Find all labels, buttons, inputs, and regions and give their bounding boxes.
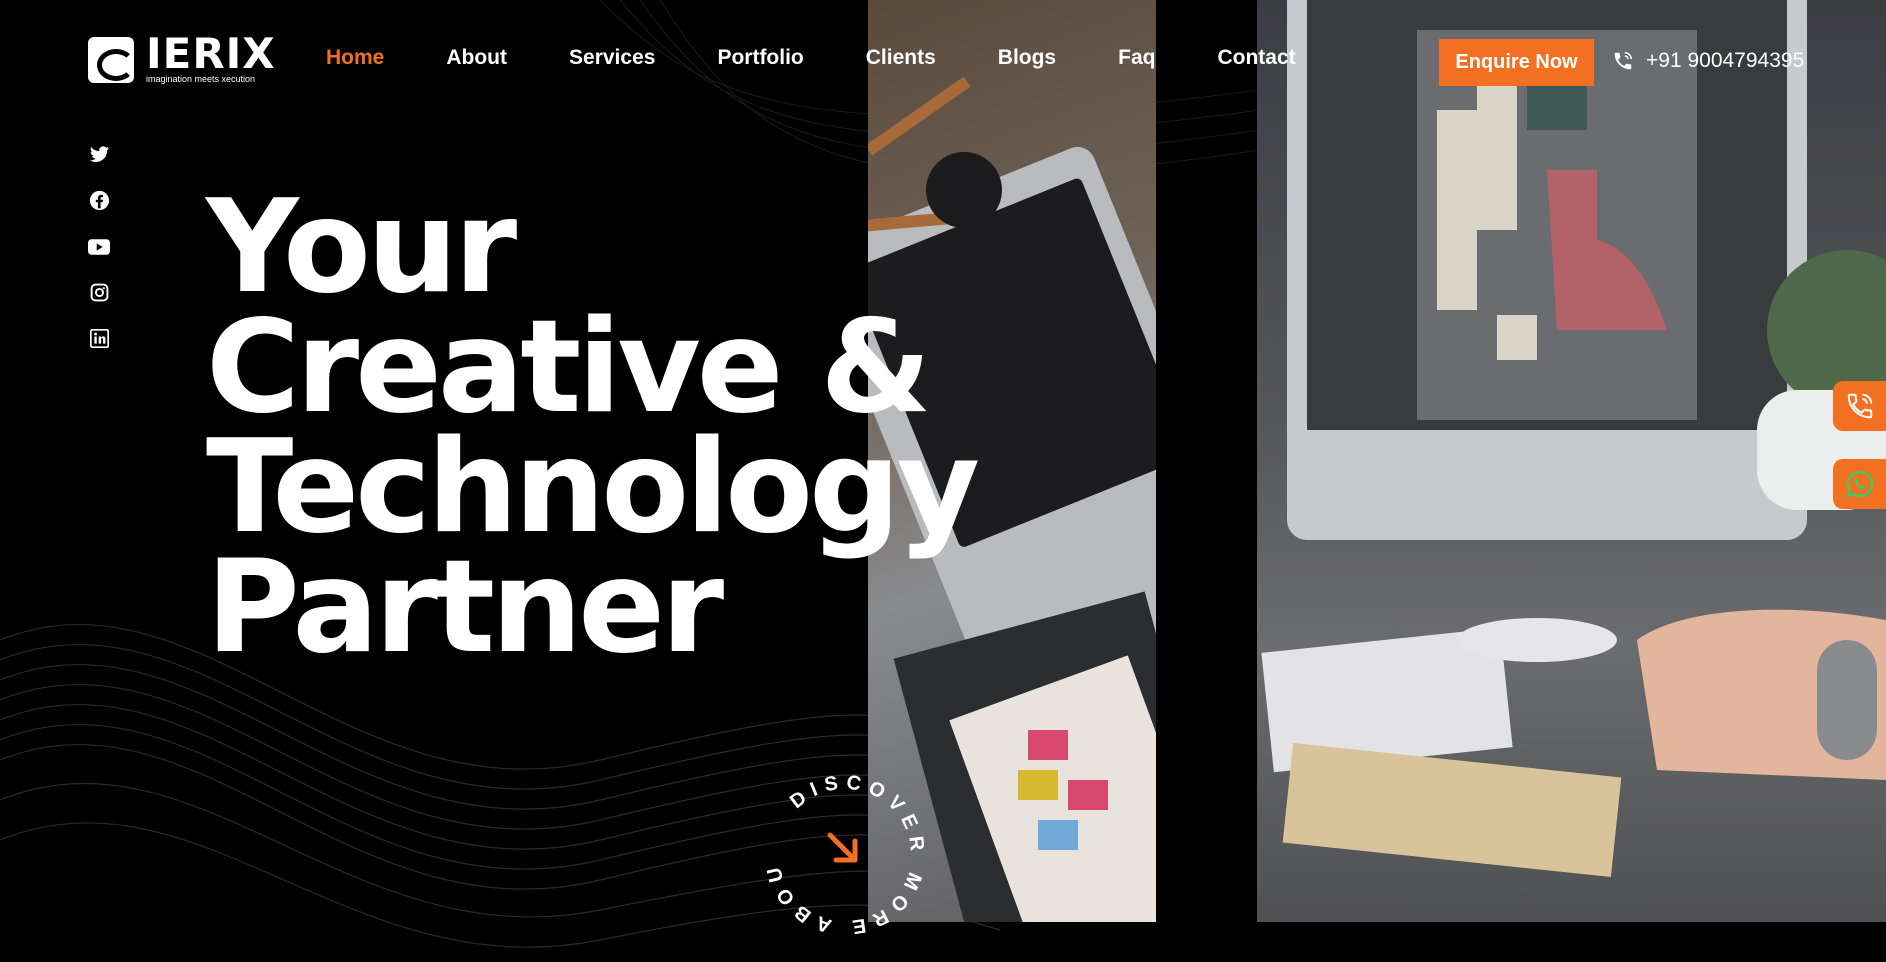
site-header: IERIX imagination meets xecution Home Ab…: [0, 0, 1886, 110]
header-phone[interactable]: +91 9004794395: [1612, 49, 1804, 73]
enquire-now-button[interactable]: Enquire Now: [1439, 39, 1594, 86]
arrow-down-right-icon: [827, 832, 858, 863]
site-logo[interactable]: IERIX imagination meets xecution: [88, 29, 276, 85]
logo-wordmark: IERIX: [146, 29, 276, 78]
nav-item-home[interactable]: Home: [326, 46, 384, 70]
nav-item-clients[interactable]: Clients: [866, 46, 936, 70]
nav-item-blogs[interactable]: Blogs: [998, 46, 1056, 70]
floating-whatsapp-button[interactable]: [1833, 459, 1886, 509]
nav-item-portfolio[interactable]: Portfolio: [717, 46, 803, 70]
nav-item-faq[interactable]: Faq: [1118, 46, 1155, 70]
nav-item-services[interactable]: Services: [569, 46, 655, 70]
linkedin-icon[interactable]: [88, 327, 110, 350]
instagram-icon[interactable]: [88, 281, 110, 304]
youtube-icon[interactable]: [88, 235, 110, 258]
hero-photo-desktop: [1257, 0, 1886, 922]
twitter-icon[interactable]: [88, 143, 110, 166]
logo-mark-icon: [88, 36, 135, 83]
discover-more-text: DISCOVER MORE ABOUT US: [744, 748, 921, 939]
floating-call-button[interactable]: [1833, 381, 1886, 431]
hero-heading-line: Creative &: [206, 293, 932, 442]
nav-item-contact[interactable]: Contact: [1217, 46, 1295, 70]
discover-more-button[interactable]: DISCOVER MORE ABOUT US: [744, 748, 935, 945]
svg-text:DISCOVER MORE ABOUT US: DISCOVER MORE ABOUT US: [755, 765, 929, 939]
nav-item-about[interactable]: About: [446, 46, 507, 70]
hero-heading: Your Creative & Technology Partner: [206, 173, 980, 682]
main-nav: Home About Services Portfolio Clients Bl…: [326, 46, 1358, 70]
phone-call-icon: [1847, 393, 1872, 419]
phone-number: +91 9004794395: [1646, 49, 1805, 72]
whatsapp-icon: [1846, 470, 1873, 498]
facebook-icon[interactable]: [88, 189, 110, 212]
hero-heading-line: Technology: [206, 413, 980, 562]
logo-tagline: imagination meets xecution: [146, 74, 256, 84]
hero-heading-line: Your: [206, 173, 517, 322]
social-links: [88, 143, 110, 350]
phone-icon: [1614, 52, 1632, 70]
hero-heading-line: Partner: [206, 533, 724, 682]
